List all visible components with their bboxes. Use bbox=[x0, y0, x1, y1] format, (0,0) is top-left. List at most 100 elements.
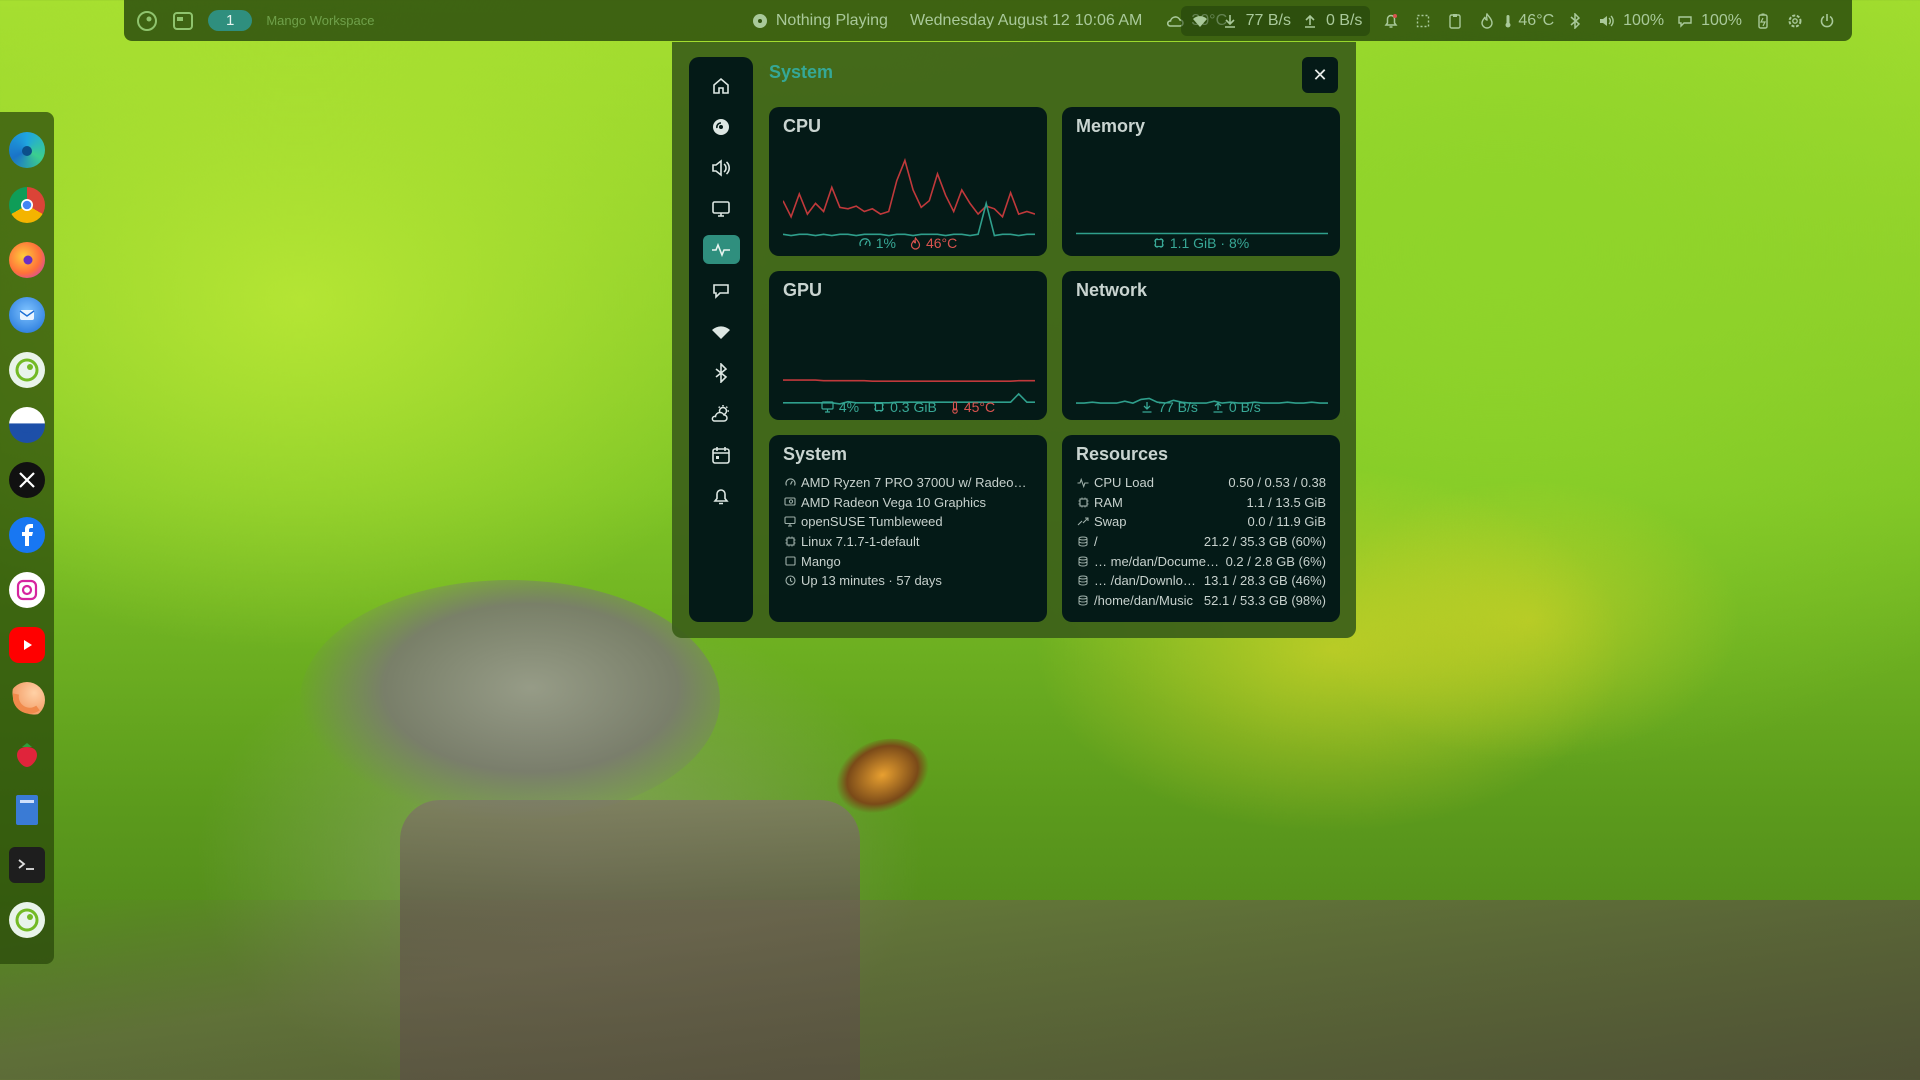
dock-app-thunderbird[interactable] bbox=[9, 297, 45, 333]
resource-value-music: 52.1 / 53.3 GB (98%) bbox=[1203, 592, 1326, 608]
sidebar-notifications[interactable] bbox=[703, 481, 740, 510]
resources-card: Resources CPU Load 0.50 / 0.53 / 0.38 RA… bbox=[1062, 435, 1340, 622]
download-icon bbox=[1142, 402, 1152, 413]
dock-app-opensuse-2[interactable] bbox=[9, 902, 45, 938]
cpu-temp-text: 46°C bbox=[925, 235, 958, 251]
dock-app-melon[interactable] bbox=[9, 682, 45, 718]
disk-icon bbox=[1076, 574, 1090, 588]
resource-row: / 21.2 / 35.3 GB (60%) bbox=[1076, 532, 1326, 552]
upload-rate-text: 0 B/s bbox=[1325, 11, 1363, 29]
display-brightness-icon bbox=[713, 283, 729, 299]
dock-app-x[interactable] bbox=[9, 462, 45, 498]
dock-app-blue-white[interactable] bbox=[9, 407, 45, 443]
gpu-graph bbox=[783, 379, 1035, 405]
memory-card[interactable]: Memory 1.1 GiB · 8% bbox=[1062, 107, 1340, 256]
battery-icon[interactable] bbox=[1752, 10, 1774, 32]
cpu-card[interactable]: CPU 1% 46°C bbox=[769, 107, 1047, 256]
close-button[interactable]: ✕ bbox=[1302, 57, 1338, 93]
resource-label-root: / bbox=[1094, 534, 1098, 550]
clipboard-icon[interactable] bbox=[1444, 10, 1466, 32]
sidebar-brightness[interactable] bbox=[703, 276, 740, 305]
sidebar-home[interactable] bbox=[703, 71, 740, 100]
wallpaper-kitten bbox=[300, 580, 720, 820]
sidebar-display[interactable] bbox=[703, 194, 740, 223]
compositor-text: Mango bbox=[801, 553, 841, 569]
resource-row: Swap 0.0 / 11.9 GiB bbox=[1076, 512, 1326, 532]
network-card-title: Network bbox=[1076, 280, 1148, 300]
gpu-temp-stat: 45°C bbox=[951, 399, 995, 415]
temperature-widget[interactable]: 46°C bbox=[1476, 10, 1554, 32]
settings-gear-icon[interactable] bbox=[1784, 10, 1806, 32]
upload-icon bbox=[1213, 402, 1223, 413]
clock-widget[interactable]: Wednesday August 12 10:06 AM bbox=[910, 12, 1142, 30]
cpu-card-footer: 1% 46°C bbox=[769, 235, 1047, 251]
dock-app-youtube[interactable] bbox=[9, 627, 45, 663]
upload-icon bbox=[1299, 10, 1321, 32]
window-overview-icon[interactable] bbox=[172, 10, 194, 32]
music-disc-icon bbox=[749, 10, 771, 32]
screenshot-region-icon[interactable] bbox=[1412, 10, 1434, 32]
strawberry-icon bbox=[17, 743, 37, 767]
bluetooth-icon bbox=[715, 362, 728, 383]
flame-icon bbox=[910, 236, 921, 250]
sidebar-bluetooth[interactable] bbox=[703, 358, 740, 387]
dock-app-instagram[interactable] bbox=[9, 572, 45, 608]
gpu-vram-text: 0.3 GiB bbox=[890, 399, 937, 415]
facebook-f-icon bbox=[22, 524, 33, 546]
instagram-camera-icon bbox=[16, 579, 38, 601]
display-brightness-icon bbox=[1674, 10, 1696, 32]
volume-text: 100% bbox=[1623, 11, 1665, 29]
bluetooth-icon[interactable] bbox=[1564, 10, 1586, 32]
disk-icon bbox=[1076, 554, 1090, 568]
distro-logo-icon[interactable] bbox=[136, 10, 158, 32]
thermometer-icon bbox=[1503, 10, 1513, 32]
resource-label-music: /home/dan/Music bbox=[1094, 592, 1193, 608]
resource-value-cpu-load: 0.50 / 0.53 / 0.38 bbox=[1228, 475, 1326, 491]
workspace-title: Mango Workspace bbox=[266, 13, 375, 28]
power-icon[interactable] bbox=[1816, 10, 1838, 32]
gpu-card[interactable]: GPU 4% 0.3 GiB 45°C bbox=[769, 271, 1047, 420]
network-status-group[interactable]: 77 B/s 0 B/s bbox=[1180, 5, 1371, 36]
network-card-footer: 77 B/s 0 B/s bbox=[1062, 399, 1340, 415]
notification-bell-icon[interactable] bbox=[1380, 10, 1402, 32]
top-bar: 1 Mango Workspace Nothing Playing Wednes… bbox=[124, 0, 1852, 41]
kernel-version-text: Linux 7.1.7-1-default bbox=[801, 534, 920, 550]
dock-app-facebook[interactable] bbox=[9, 517, 45, 553]
workspace-indicator[interactable]: 1 bbox=[208, 10, 253, 31]
volume-widget[interactable]: 100% bbox=[1596, 10, 1664, 32]
dock-app-chrome[interactable] bbox=[9, 187, 45, 223]
cpu-graph bbox=[783, 157, 1035, 237]
memory-graph bbox=[1076, 232, 1328, 235]
cpu-usage-series bbox=[783, 157, 1035, 219]
sidebar-calendar[interactable] bbox=[703, 440, 740, 469]
sidebar-wifi[interactable] bbox=[703, 317, 740, 346]
panel-title: System bbox=[769, 62, 834, 82]
system-info-row: Up 13 minutes · 57 days bbox=[783, 571, 1033, 591]
firefox-browser-icon bbox=[23, 255, 33, 265]
memory-chip-icon bbox=[874, 402, 885, 412]
sidebar-media[interactable] bbox=[703, 112, 740, 141]
system-info-row: Mango bbox=[783, 551, 1033, 571]
upload-rate: 0 B/s bbox=[1299, 10, 1362, 32]
system-info-row: Linux 7.1.7-1-default bbox=[783, 532, 1033, 552]
brightness-widget[interactable]: 100% bbox=[1674, 10, 1742, 32]
network-card[interactable]: Network 77 B/s 0 B/s bbox=[1062, 271, 1340, 420]
network-up-text: 0 B/s bbox=[1228, 399, 1261, 415]
dock-app-firefox[interactable] bbox=[9, 242, 45, 278]
dock-app-edge[interactable] bbox=[9, 132, 45, 168]
sidebar-weather[interactable] bbox=[703, 399, 740, 428]
dock-app-strawberry[interactable] bbox=[9, 737, 45, 773]
network-up-stat: 0 B/s bbox=[1212, 399, 1261, 415]
resource-row: CPU Load 0.50 / 0.53 / 0.38 bbox=[1076, 473, 1326, 493]
dock-app-notes[interactable] bbox=[9, 792, 45, 828]
media-widget[interactable]: Nothing Playing bbox=[749, 10, 888, 32]
cpu-temp-stat: 46°C bbox=[910, 235, 957, 251]
dock-app-opensuse[interactable] bbox=[9, 352, 45, 388]
sidebar-system[interactable] bbox=[702, 235, 740, 264]
youtube-play-icon bbox=[24, 640, 32, 650]
resources-list: CPU Load 0.50 / 0.53 / 0.38 RAM 1.1 / 13… bbox=[1076, 473, 1326, 610]
resource-value-root: 21.2 / 35.3 GB (60%) bbox=[1203, 534, 1326, 550]
sidebar-audio[interactable] bbox=[703, 153, 740, 182]
cpu-usage-stat: 1% bbox=[859, 235, 896, 251]
dock-app-terminal[interactable] bbox=[9, 847, 45, 883]
